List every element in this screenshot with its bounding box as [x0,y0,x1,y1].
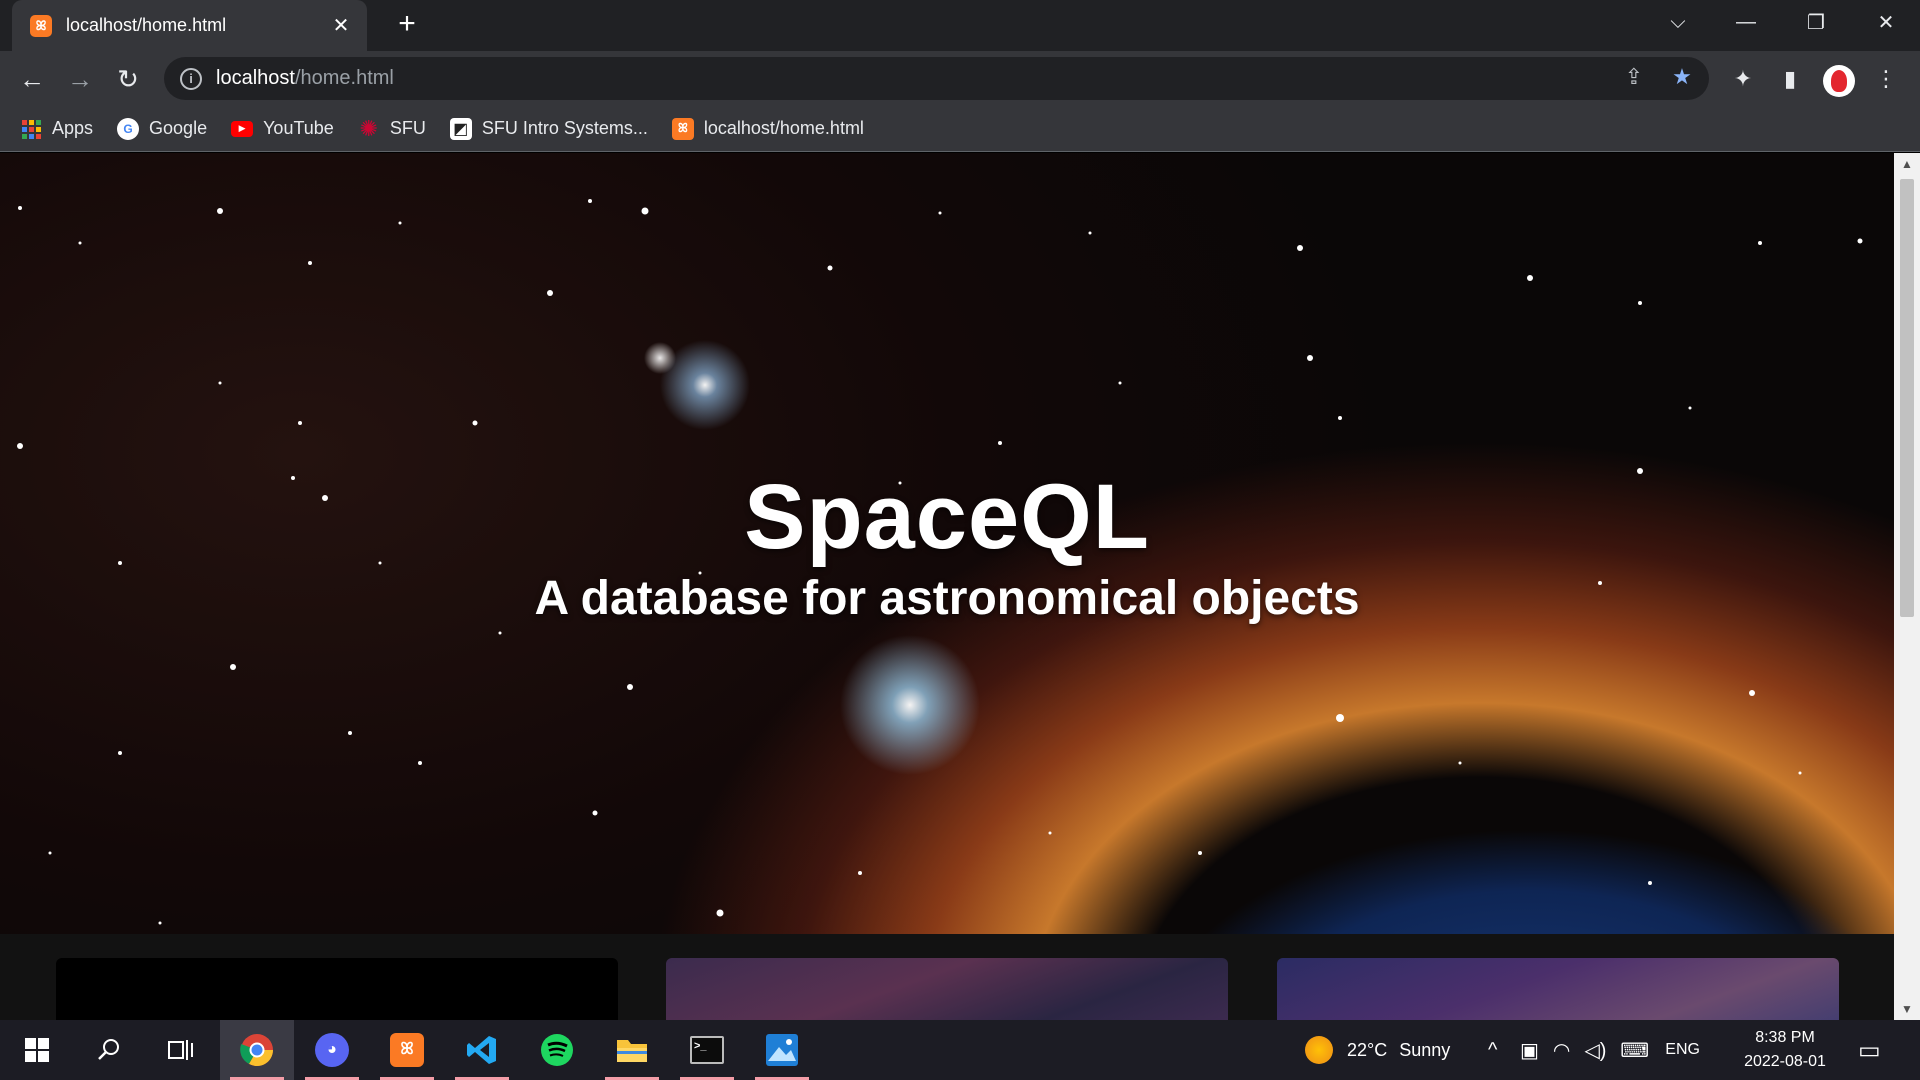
bookmark-localhost-home[interactable]: ꕤ localhost/home.html [671,117,864,140]
site-info-icon[interactable]: i [180,67,202,90]
tray-icons: ▣ ◠ ◁) ⌨ ENG [1520,1020,1700,1080]
url-path: /home.html [294,67,394,89]
scroll-thumb[interactable] [1900,179,1914,617]
minimize-button[interactable]: — [1718,0,1774,44]
tab-search-icon[interactable]: ⌵ [1650,0,1706,44]
apps-grid-icon [20,118,42,140]
search-icon [98,1039,119,1060]
bookmark-label: SFU Intro Systems... [481,118,648,138]
notifications-icon[interactable]: ▭ [1858,1020,1881,1080]
taskbar-vscode[interactable] [445,1020,519,1080]
xampp-favicon-icon: ꕤ [30,14,52,37]
taskbar-spotify[interactable] [520,1020,594,1080]
taskbar-discord[interactable]: ◕ [295,1020,369,1080]
windows-logo-icon [25,1038,49,1062]
bookmark-label: localhost/home.html [703,118,864,138]
taskbar-xampp[interactable]: ꕤ [370,1020,444,1080]
profile-avatar[interactable] [1823,65,1855,97]
feature-card-3[interactable] [1277,958,1839,1020]
terminal-icon: >_ [690,1036,724,1064]
new-tab-button[interactable]: + [390,8,424,42]
hero-nebula-background: SpaceQL A database for astronomical obje… [0,153,1894,934]
reload-button[interactable]: ↻ [108,59,148,99]
bookmark-label: Apps [52,118,94,138]
bookmark-star-icon[interactable]: ★ [1662,57,1702,97]
tab-strip: ꕤ localhost/home.html ✕ + ⌵ — ❐ ✕ [0,0,1920,51]
sun-icon [1305,1036,1333,1064]
hero-text-block: SpaceQL A database for astronomical obje… [0,153,1894,934]
xampp-icon: ꕤ [671,117,694,140]
browser-toolbar: ← → ↻ i localhost /home.html ⇪ ★ ✦ ▮ ⋮ [0,51,1920,106]
bookmark-label: SFU [389,118,426,138]
task-view-button[interactable] [144,1020,218,1080]
scroll-down-arrow-icon[interactable]: ▼ [1894,998,1920,1020]
taskbar-photos[interactable] [745,1020,819,1080]
close-window-button[interactable]: ✕ [1858,0,1914,44]
tab-localhost-home[interactable]: ꕤ localhost/home.html ✕ [12,0,367,51]
taskbar-file-explorer[interactable] [595,1020,669,1080]
restore-button[interactable]: ❐ [1788,0,1844,44]
taskbar-chrome[interactable] [220,1020,294,1080]
feature-card-2[interactable] [666,958,1228,1020]
vscode-icon [467,1036,496,1064]
bookmark-google[interactable]: G Google [117,117,208,140]
wifi-icon[interactable]: ◠ [1553,1038,1570,1063]
xampp-icon: ꕤ [390,1033,424,1067]
device-icon[interactable]: ▣ [1520,1038,1539,1063]
bookmarks-bar: Apps G Google ▶ YouTube ✺ SFU ◩ SFU Intr… [0,106,1920,152]
share-icon[interactable]: ⇪ [1614,57,1654,97]
tab-close-icon[interactable]: ✕ [329,13,353,38]
weather-desc: Sunny [1399,1039,1451,1060]
bookmark-label: YouTube [263,118,334,138]
forward-button[interactable]: → [60,59,100,99]
windows-taskbar: ◕ ꕤ >_ 22°C Sunny ^ ▣ ◠ ◁) ⌨ ENG 8:38 PM [0,1020,1920,1080]
bookmark-sfu[interactable]: ✺ SFU [358,115,426,141]
coursys-icon: ◩ [449,117,472,140]
folder-icon [617,1040,647,1062]
task-view-icon [168,1040,193,1060]
spotify-icon [541,1034,573,1066]
page-title: SpaceQL [744,466,1150,568]
scroll-up-arrow-icon[interactable]: ▲ [1894,153,1920,175]
volume-icon[interactable]: ◁) [1584,1038,1606,1063]
address-bar[interactable]: i localhost /home.html [164,57,1709,100]
tab-title: localhost/home.html [66,15,227,35]
start-button[interactable] [0,1020,74,1080]
chrome-icon [240,1034,274,1067]
page-subtitle: A database for astronomical objects [534,572,1360,625]
taskbar-terminal[interactable]: >_ [670,1020,744,1080]
google-icon: G [117,117,140,140]
weather-temp: 22°C [1347,1039,1388,1060]
page-viewport: SpaceQL A database for astronomical obje… [0,153,1894,1020]
browser-window: ꕤ localhost/home.html ✕ + ⌵ — ❐ ✕ ← → ↻ … [0,0,1920,1020]
system-clock[interactable]: 8:38 PM 2022-08-01 [1730,1026,1840,1074]
keyboard-icon[interactable]: ⌨ [1620,1038,1649,1063]
page-scrollbar[interactable]: ▲ ▼ [1894,153,1920,1020]
weather-widget[interactable]: 22°C Sunny [1305,1020,1450,1080]
bookmark-apps[interactable]: Apps [20,118,93,140]
clock-time: 8:38 PM [1755,1029,1815,1046]
back-button[interactable]: ← [12,59,52,99]
bookmark-youtube[interactable]: ▶ YouTube [231,118,334,139]
discord-icon: ◕ [315,1033,349,1067]
feature-card-1[interactable] [56,958,618,1020]
youtube-icon: ▶ [231,120,254,137]
tray-overflow-chevron-icon[interactable]: ^ [1488,1020,1497,1080]
url-host: localhost [216,67,295,89]
bookmark-label: Google [149,118,208,138]
language-indicator[interactable]: ENG [1665,1041,1700,1059]
sfu-icon: ✺ [359,115,379,141]
photos-icon [766,1034,798,1066]
browser-menu-icon[interactable]: ⋮ [1866,59,1906,99]
taskbar-search-button[interactable] [72,1020,146,1080]
bookmark-sfu-intro-systems[interactable]: ◩ SFU Intro Systems... [449,117,648,140]
side-panel-icon[interactable]: ▮ [1770,59,1810,99]
clock-date: 2022-08-01 [1744,1053,1826,1070]
extensions-icon[interactable]: ✦ [1723,59,1763,99]
card-row [0,958,1894,1020]
